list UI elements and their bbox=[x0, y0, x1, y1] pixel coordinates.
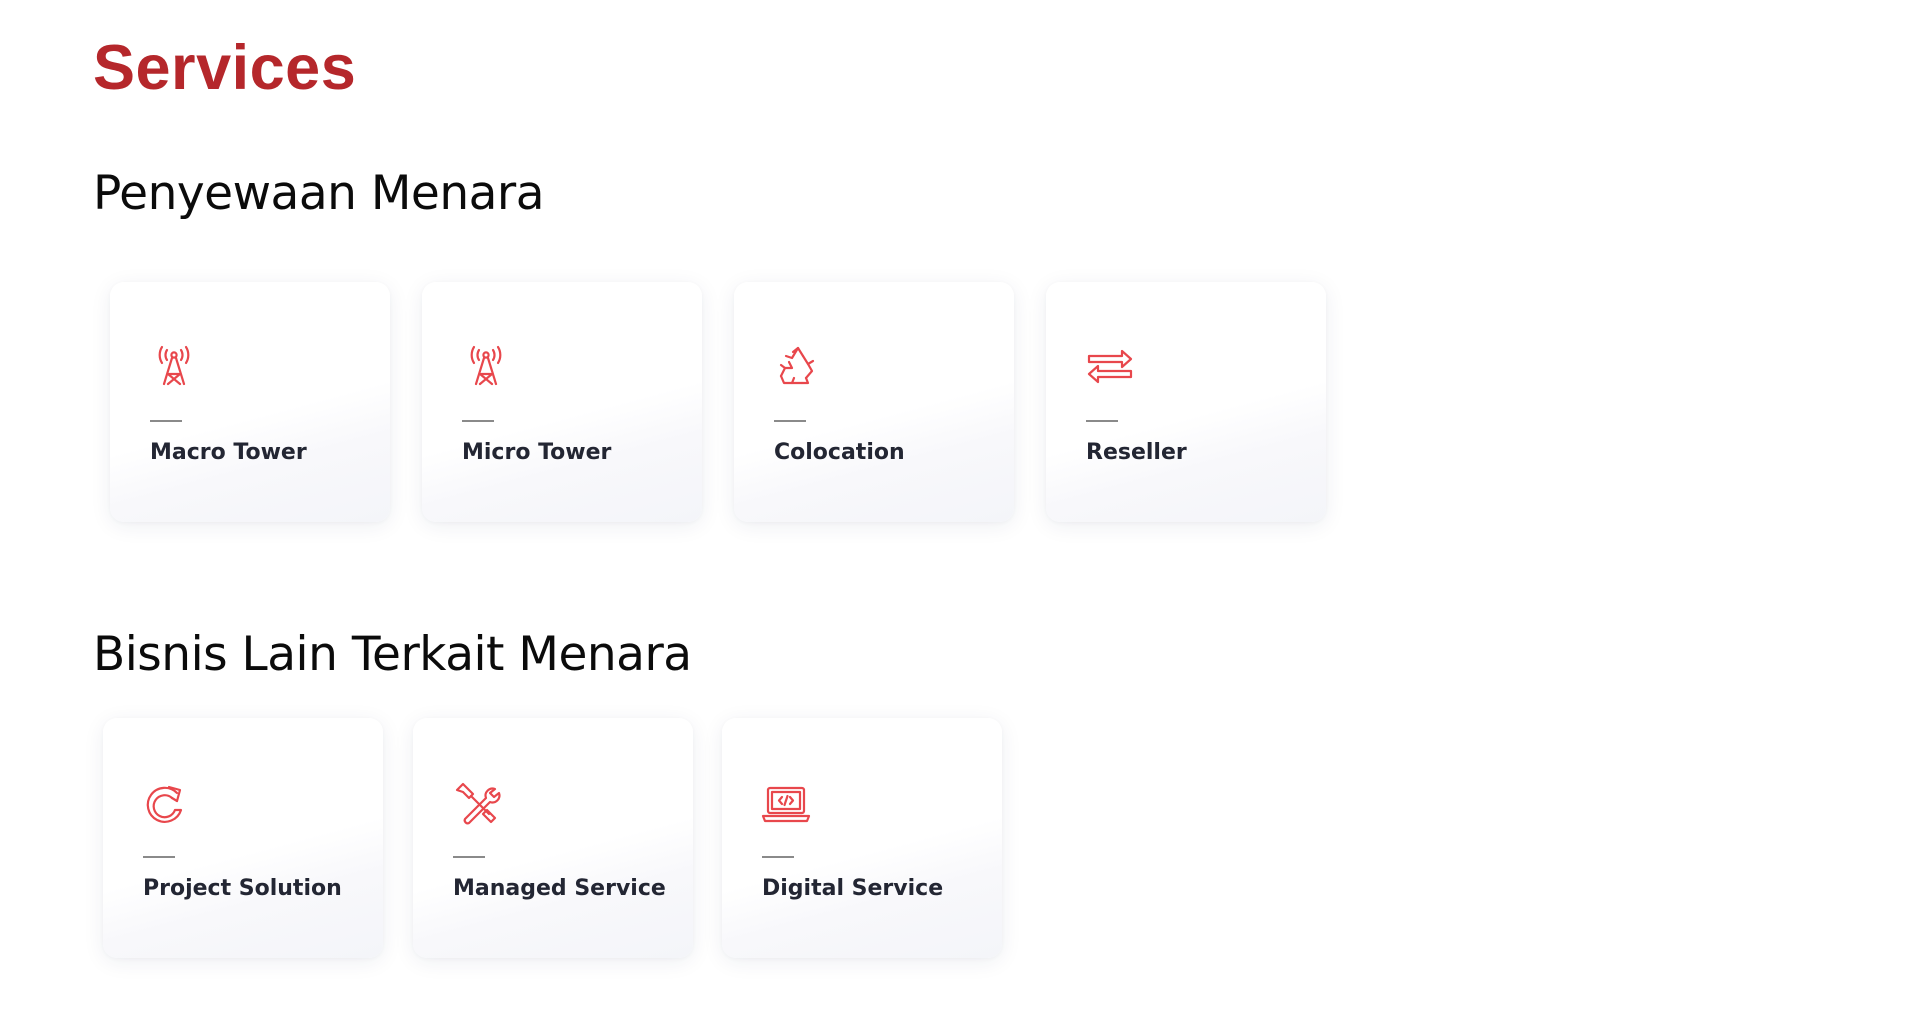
service-card-micro-tower[interactable]: Micro Tower bbox=[422, 282, 702, 522]
section-title-bisnis-lain-terkait-menara: Bisnis Lain Terkait Menara bbox=[93, 627, 692, 682]
service-card-macro-tower[interactable]: Macro Tower bbox=[110, 282, 390, 522]
wrench-screwdriver-icon bbox=[451, 780, 503, 832]
antenna-tower-icon bbox=[460, 344, 512, 396]
laptop-code-icon bbox=[760, 780, 812, 832]
service-card-digital-service[interactable]: Digital Service bbox=[722, 718, 1002, 958]
section-title-penyewaan-menara: Penyewaan Menara bbox=[93, 166, 545, 221]
antenna-tower-icon bbox=[148, 344, 200, 396]
service-card-project-solution[interactable]: Project Solution bbox=[103, 718, 383, 958]
card-divider bbox=[143, 856, 175, 858]
card-divider bbox=[462, 420, 494, 422]
card-label: Managed Service bbox=[453, 876, 666, 901]
card-divider bbox=[762, 856, 794, 858]
service-card-reseller[interactable]: Reseller bbox=[1046, 282, 1326, 522]
service-card-colocation[interactable]: Colocation bbox=[734, 282, 1014, 522]
card-divider bbox=[150, 420, 182, 422]
recycle-icon bbox=[772, 344, 824, 396]
card-label: Macro Tower bbox=[150, 440, 307, 465]
service-card-managed-service[interactable]: Managed Service bbox=[413, 718, 693, 958]
refresh-arrow-icon bbox=[141, 780, 193, 832]
card-label: Digital Service bbox=[762, 876, 944, 901]
swap-arrows-icon bbox=[1084, 344, 1136, 396]
card-label: Reseller bbox=[1086, 440, 1187, 465]
card-divider bbox=[774, 420, 806, 422]
page-title: Services bbox=[93, 33, 357, 103]
card-label: Project Solution bbox=[143, 876, 342, 901]
card-divider bbox=[1086, 420, 1118, 422]
card-label: Micro Tower bbox=[462, 440, 612, 465]
card-label: Colocation bbox=[774, 440, 905, 465]
card-divider bbox=[453, 856, 485, 858]
